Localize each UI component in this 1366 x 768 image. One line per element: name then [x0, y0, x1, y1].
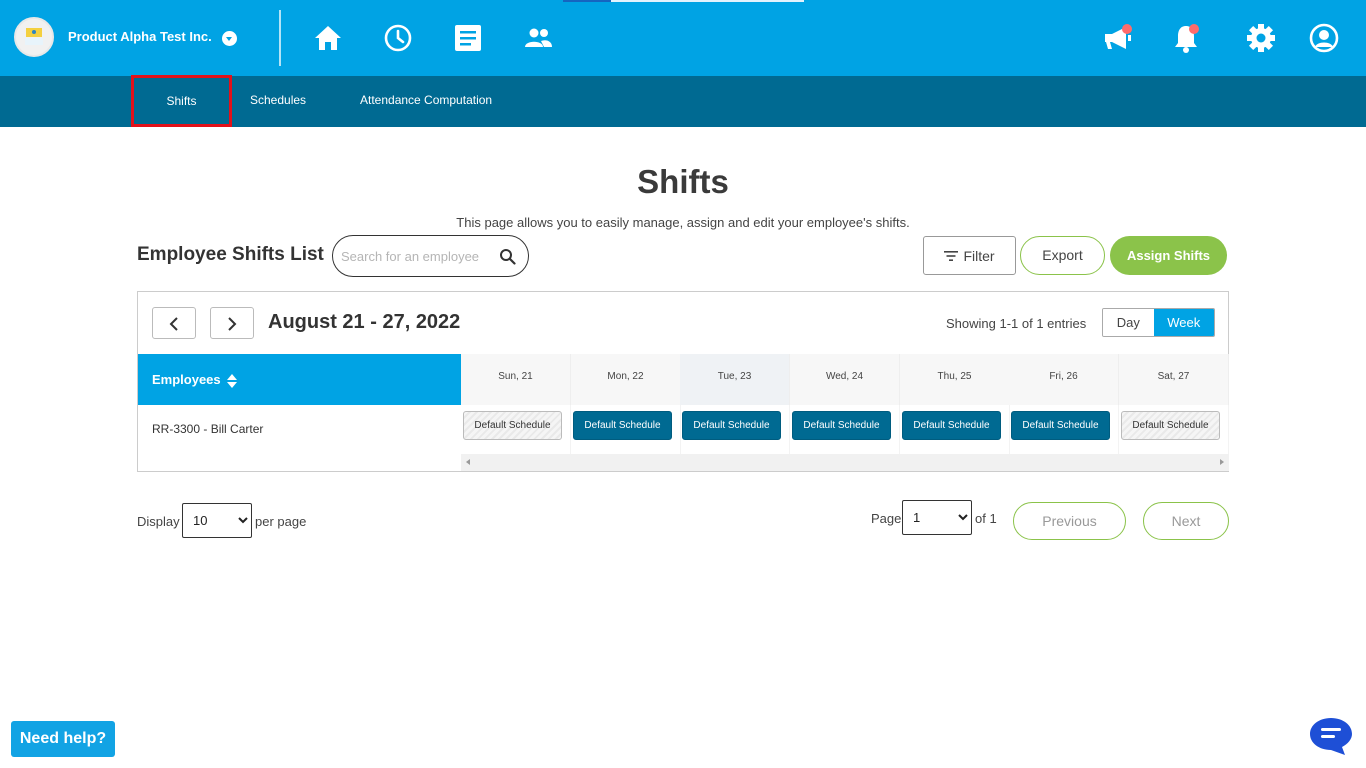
view-day-button[interactable]: Day	[1103, 309, 1154, 336]
sub-navbar: Shifts Schedules Attendance Computation	[0, 75, 1366, 127]
scroll-left-arrow-icon[interactable]	[466, 459, 470, 465]
view-week-button[interactable]: Week	[1153, 309, 1214, 336]
employees-header-label: Employees	[152, 372, 221, 387]
employees-column-header[interactable]: Employees	[138, 354, 461, 405]
chevron-right-icon	[228, 317, 237, 331]
week-range-label: August 21 - 27, 2022	[268, 311, 461, 333]
shift-cell: Default Schedule	[680, 405, 790, 454]
top-accent-bar-light	[611, 0, 804, 2]
search-input[interactable]	[341, 246, 491, 266]
shift-badge[interactable]: Default Schedule	[463, 411, 562, 440]
day-header: Sat, 27	[1119, 354, 1229, 405]
gear-icon[interactable]	[1245, 22, 1277, 54]
day-header: Tue, 23	[680, 354, 790, 405]
per-page-label: per page	[255, 514, 307, 529]
search-icon[interactable]	[499, 248, 516, 265]
chevron-down-icon[interactable]	[222, 31, 237, 46]
scroll-right-arrow-icon[interactable]	[1220, 459, 1224, 465]
shift-cell: Default Schedule	[1119, 405, 1229, 454]
tab-shifts[interactable]: Shifts	[131, 75, 232, 127]
sort-icon	[227, 373, 238, 388]
shift-cell: Default Schedule	[571, 405, 681, 454]
entries-count: Showing 1-1 of 1 entries	[946, 316, 1087, 331]
export-button[interactable]: Export	[1020, 236, 1105, 275]
search-box	[332, 235, 529, 277]
shifts-calendar: August 21 - 27, 2022 Showing 1-1 of 1 en…	[137, 291, 1229, 472]
page-subtitle: This page allows you to easily manage, a…	[456, 215, 910, 230]
day-header: Wed, 24	[790, 354, 900, 405]
view-toggle: Day Week	[1102, 308, 1215, 337]
filter-icon	[944, 250, 959, 261]
company-logo[interactable]	[14, 17, 54, 57]
next-page-button[interactable]: Next	[1143, 502, 1229, 540]
people-icon[interactable]	[522, 22, 554, 54]
day-header: Fri, 26	[1009, 354, 1119, 405]
shift-badge[interactable]: Default Schedule	[792, 411, 891, 440]
shift-cell: Default Schedule	[790, 405, 900, 454]
day-header: Thu, 25	[900, 354, 1010, 405]
shift-badge[interactable]: Default Schedule	[573, 411, 672, 440]
notification-dot	[1189, 24, 1199, 34]
company-name[interactable]: Product Alpha Test Inc.	[68, 29, 212, 44]
need-help-button[interactable]: Need help?	[11, 721, 115, 757]
horizontal-scrollbar[interactable]	[461, 454, 1229, 471]
document-icon[interactable]	[452, 22, 484, 54]
filter-button[interactable]: Filter	[923, 236, 1016, 275]
next-week-button[interactable]	[210, 307, 254, 339]
shift-cell: Default Schedule	[461, 405, 571, 454]
home-icon[interactable]	[312, 22, 344, 54]
bell-icon[interactable]	[1170, 22, 1202, 54]
employee-name[interactable]: RR-3300 - Bill Carter	[152, 422, 263, 436]
tab-schedules[interactable]: Schedules	[250, 76, 306, 127]
user-icon[interactable]	[1308, 22, 1340, 54]
header-divider	[279, 10, 281, 66]
filter-label: Filter	[963, 247, 995, 264]
page-total-label: of 1	[975, 511, 997, 526]
shift-badge[interactable]: Default Schedule	[1011, 411, 1110, 440]
day-header: Mon, 22	[571, 354, 681, 405]
shift-badge[interactable]: Default Schedule	[1121, 411, 1220, 440]
notification-dot	[1122, 24, 1132, 34]
page-title: Shifts	[637, 163, 729, 200]
list-title: Employee Shifts List	[137, 244, 324, 265]
top-accent-bar	[563, 0, 611, 2]
megaphone-icon[interactable]	[1102, 22, 1134, 54]
shift-cell: Default Schedule	[1009, 405, 1119, 454]
clock-icon[interactable]	[382, 22, 414, 54]
day-header: Sun, 21	[461, 354, 571, 405]
assign-shifts-button[interactable]: Assign Shifts	[1110, 236, 1227, 275]
previous-page-button[interactable]: Previous	[1013, 502, 1126, 540]
shift-badge[interactable]: Default Schedule	[902, 411, 1001, 440]
per-page-select[interactable]: 10	[182, 503, 252, 538]
chat-bubble-icon[interactable]	[1307, 714, 1355, 758]
display-label: Display	[137, 514, 180, 529]
top-navbar: Product Alpha Test Inc.	[0, 0, 1366, 76]
chevron-left-icon	[169, 317, 178, 331]
prev-week-button[interactable]	[152, 307, 196, 339]
page-select[interactable]: 1	[902, 500, 972, 535]
tab-attendance-computation[interactable]: Attendance Computation	[360, 76, 492, 127]
shift-badge[interactable]: Default Schedule	[682, 411, 781, 440]
page-label: Page	[871, 511, 902, 526]
shift-cell: Default Schedule	[900, 405, 1010, 454]
